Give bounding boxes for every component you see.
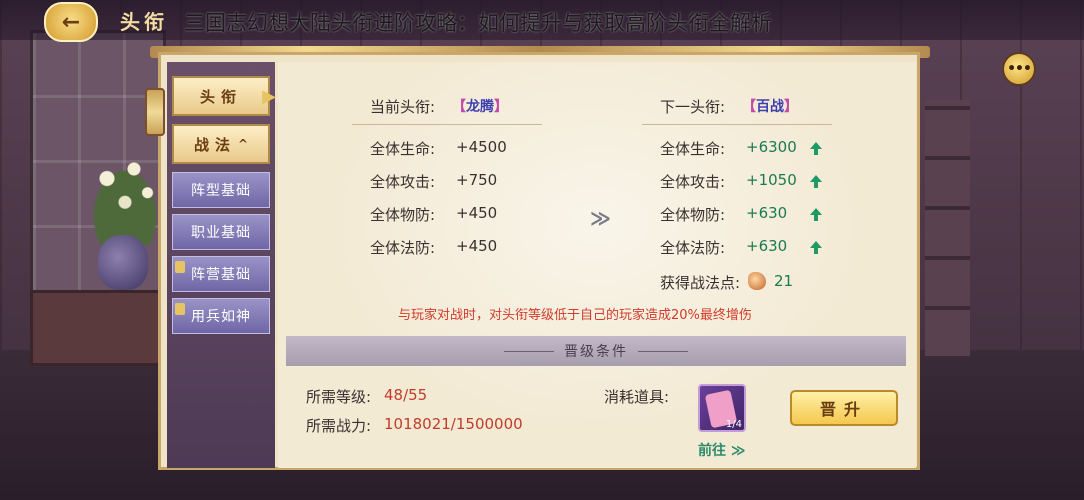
required-level-label: 所需等级: — [306, 388, 372, 406]
current-stat-value: +450 — [456, 237, 498, 255]
divider — [504, 350, 554, 352]
increase-arrow-icon — [810, 175, 822, 188]
required-power-label: 所需战力: — [306, 417, 372, 435]
sidebar-item-class-basics[interactable]: 职业基础 — [172, 214, 270, 250]
lantern-icon — [145, 88, 165, 136]
next-stat-value: +1050 — [746, 171, 797, 189]
increase-arrow-icon — [810, 241, 822, 254]
pvp-note: 与玩家对战时，对头衔等级低于自己的玩家造成20%最终增伤 — [398, 308, 752, 323]
required-level-value: 48/55 — [384, 386, 428, 404]
current-stat-label: 全体攻击: — [370, 173, 436, 191]
current-title-label: 当前头衔: — [370, 98, 436, 116]
sidebar-item-label: 阵型基础 — [191, 183, 251, 199]
overlay-caption: 三国志幻想大陆头衔进阶攻略：如何提升与获取高阶头衔全解析 — [184, 11, 772, 35]
current-title-rank: 【龙腾】 — [452, 99, 508, 115]
promote-button[interactable]: 晋升 — [790, 390, 898, 426]
sidebar-item-label: 职业基础 — [191, 225, 251, 241]
required-power-value: 1018021/1500000 — [384, 415, 523, 433]
chat-icon: ••• — [1007, 61, 1032, 77]
current-stat-label: 全体生命: — [370, 140, 436, 158]
transition-arrow-icon: ≫ — [590, 206, 611, 230]
tactic-points-value: 21 — [774, 272, 794, 290]
tactic-points-label: 获得战法点: — [660, 274, 741, 292]
background-vase — [98, 235, 148, 290]
next-stat-value: +6300 — [746, 138, 797, 156]
increase-arrow-icon — [810, 208, 822, 221]
lock-icon — [175, 303, 185, 315]
tab-tactics[interactable]: 战法 ^ — [172, 124, 270, 164]
next-stat-value: +630 — [746, 204, 788, 222]
current-stat-value: +750 — [456, 171, 498, 189]
chat-button[interactable]: ••• — [1002, 52, 1036, 86]
next-title-rank: 【百战】 — [742, 99, 798, 115]
sidebar-item-label: 用兵如神 — [191, 309, 251, 325]
lock-icon — [175, 261, 185, 273]
back-arrow-icon: ← — [61, 9, 81, 35]
tab-title-label: 头衔 — [199, 87, 242, 106]
current-stat-value: +450 — [456, 204, 498, 222]
next-stat-label: 全体物防: — [660, 206, 726, 224]
promote-button-label: 晋升 — [819, 400, 868, 419]
next-stat-label: 全体攻击: — [660, 173, 726, 191]
background-cabinet — [30, 290, 176, 366]
item-count: 1/4 — [725, 419, 742, 430]
next-title-label: 下一头衔: — [660, 98, 726, 116]
caret-up-icon: ^ — [237, 137, 249, 151]
current-stat-value: +4500 — [456, 138, 507, 156]
tab-title[interactable]: 头衔 ▶ — [172, 76, 276, 116]
next-stat-label: 全体法防: — [660, 239, 726, 257]
consume-item-label: 消耗道具: — [604, 388, 670, 406]
sidebar-item-formation-basics[interactable]: 阵型基础 — [172, 172, 270, 208]
divider — [352, 124, 542, 125]
goto-link[interactable]: 前往 ≫ — [698, 440, 746, 460]
sidebar-item-label: 阵营基础 — [191, 267, 251, 283]
sidebar-item-master-tactics[interactable]: 用兵如神 — [172, 298, 270, 334]
back-button[interactable]: ← — [44, 2, 98, 42]
tactic-points-icon — [748, 272, 766, 290]
tab-tactics-label: 战法 — [193, 135, 236, 154]
divider — [638, 350, 688, 352]
background-flowers — [80, 150, 170, 245]
sidebar-item-faction-basics[interactable]: 阵营基础 — [172, 256, 270, 292]
conditions-header: 晋级条件 — [286, 336, 906, 366]
page-title: 头衔 — [120, 10, 168, 34]
conditions-title: 晋级条件 — [564, 344, 628, 360]
next-stat-value: +630 — [746, 237, 788, 255]
increase-arrow-icon — [810, 142, 822, 155]
current-stat-label: 全体法防: — [370, 239, 436, 257]
background-shelf — [925, 100, 970, 360]
consume-item-slot[interactable]: 1/4 — [698, 384, 746, 432]
divider — [642, 124, 832, 125]
current-stat-label: 全体物防: — [370, 206, 436, 224]
next-stat-label: 全体生命: — [660, 140, 726, 158]
